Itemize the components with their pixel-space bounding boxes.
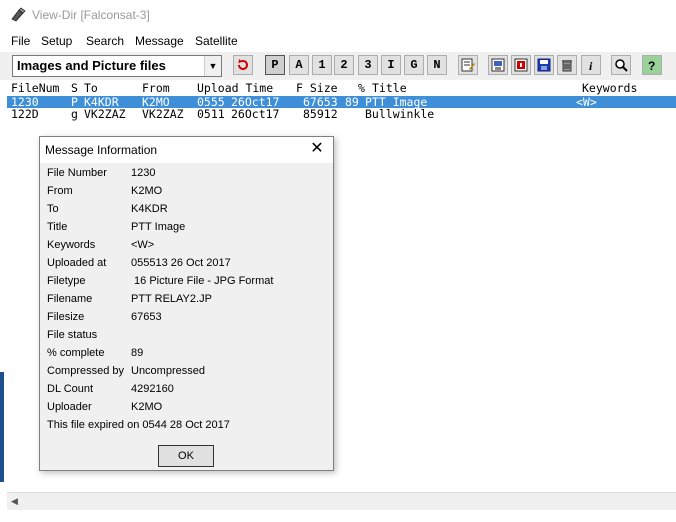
menu-search[interactable]: Search <box>86 34 124 48</box>
filter-dropdown-value: Images and Picture files <box>17 58 166 73</box>
filter-3-button[interactable]: 3 <box>358 55 378 75</box>
col-header-upload-time[interactable]: Upload Time <box>197 81 273 95</box>
cell-filenum: 122D <box>11 107 39 121</box>
col-header-title[interactable]: Title <box>372 81 407 95</box>
field-value: K4KDR <box>131 203 168 215</box>
cell-from: VK2ZAZ <box>142 107 184 121</box>
field-label: File status <box>47 329 98 341</box>
field-label: Filesize <box>47 311 85 323</box>
field-value: K2MO <box>131 185 163 197</box>
field-value: Uncompressed <box>131 365 205 377</box>
col-header-from[interactable]: From <box>142 81 170 95</box>
import-button[interactable] <box>511 55 531 75</box>
field-label: Keywords <box>47 239 96 251</box>
save-icon <box>537 58 551 72</box>
cell-time: 0511 <box>197 107 225 121</box>
download-icon <box>491 58 505 72</box>
field-value: 16 Picture File - JPG Format <box>131 275 274 287</box>
field-label: Filename <box>47 293 93 305</box>
help-icon: ? <box>648 59 655 72</box>
field-label: DL Count <box>47 383 94 395</box>
edit-icon <box>461 58 475 72</box>
search-button[interactable] <box>611 55 631 75</box>
filter-2-button[interactable]: 2 <box>334 55 354 75</box>
field-value: PTT RELAY2.JP <box>131 293 212 305</box>
filter-p-button[interactable]: P <box>265 55 285 75</box>
cell-to: VK2ZAZ <box>84 107 126 121</box>
menu-satellite[interactable]: Satellite <box>195 34 238 48</box>
field-value: 67653 <box>131 311 162 323</box>
close-icon[interactable]: ✕ <box>306 139 328 159</box>
col-header-pct[interactable]: % <box>358 81 365 95</box>
toolbar: Images and Picture files ▼ P A 1 2 3 I G… <box>0 52 676 80</box>
trash-icon <box>562 60 572 72</box>
horizontal-scrollbar[interactable]: ◀ <box>7 492 676 510</box>
field-label: Filetype <box>47 275 86 287</box>
filter-g-button[interactable]: G <box>404 55 424 75</box>
help-button[interactable]: ? <box>642 55 662 75</box>
ok-button[interactable]: OK <box>158 445 214 467</box>
table-row[interactable]: 122D g VK2ZAZ VK2ZAZ 0511 26Oct17 85912 … <box>7 108 676 120</box>
field-label: File Number <box>47 167 107 179</box>
menu-bar: File Setup Search Message Satellite <box>0 30 676 52</box>
field-value: 4292160 <box>131 383 174 395</box>
field-label: Compressed by <box>47 365 125 377</box>
app-icon <box>11 7 26 22</box>
col-header-s[interactable]: S <box>71 81 78 95</box>
refresh-icon <box>238 59 248 70</box>
chevron-down-icon[interactable]: ▼ <box>204 56 221 76</box>
background-window-edge <box>0 372 4 482</box>
field-label: Title <box>47 221 68 233</box>
menu-setup[interactable]: Setup <box>41 34 72 48</box>
refresh-button[interactable] <box>233 55 253 75</box>
edit-button[interactable] <box>458 55 478 75</box>
field-value: 89 <box>131 347 144 359</box>
cell-s: g <box>71 107 78 121</box>
filter-a-button[interactable]: A <box>289 55 309 75</box>
field-label: Uploader <box>47 401 92 413</box>
field-value: PTT Image <box>131 221 186 233</box>
filter-dropdown[interactable]: Images and Picture files ▼ <box>12 55 222 77</box>
import-icon <box>514 58 528 72</box>
download-button[interactable] <box>488 55 508 75</box>
cell-size: 85912 <box>303 107 338 121</box>
field-label: From <box>47 185 73 197</box>
field-label: To <box>47 203 59 215</box>
dialog-title: Message Information <box>45 143 158 157</box>
field-label: % complete <box>47 347 105 359</box>
expiry-text: This file expired on 0544 28 Oct 2017 <box>47 419 230 431</box>
menu-file[interactable]: File <box>11 34 30 48</box>
dialog-title-bar: Message Information ✕ <box>40 137 333 163</box>
svg-text:?: ? <box>648 59 655 72</box>
cell-title: Bullwinkle <box>365 107 435 121</box>
cell-keywords: <W> <box>576 95 597 109</box>
info-button[interactable]: i <box>581 55 601 75</box>
col-header-keywords[interactable]: Keywords <box>582 81 637 95</box>
title-bar: View-Dir [Falconsat-3] <box>0 0 676 30</box>
filter-n-button[interactable]: N <box>427 55 447 75</box>
field-value: 1230 <box>131 167 156 179</box>
filter-1-button[interactable]: 1 <box>312 55 332 75</box>
col-header-fsize[interactable]: F Size <box>296 81 338 95</box>
field-label: Uploaded at <box>47 257 107 269</box>
cell-date: 26Oct17 <box>231 107 280 121</box>
col-header-filenum[interactable]: FileNum <box>11 81 59 95</box>
message-info-dialog: Message Information ✕ File Number 1230 F… <box>39 136 334 471</box>
window-title: View-Dir [Falconsat-3] <box>32 8 150 22</box>
cell-pct: 89 <box>345 95 359 109</box>
field-value: K2MO <box>131 401 163 413</box>
delete-button[interactable] <box>557 55 577 75</box>
filter-i-button[interactable]: I <box>381 55 401 75</box>
info-icon: i <box>589 59 593 72</box>
field-value: 055513 26 Oct 2017 <box>131 257 231 269</box>
search-icon <box>615 59 628 72</box>
col-header-to[interactable]: To <box>84 81 98 95</box>
svg-text:i: i <box>589 59 593 72</box>
scroll-left-icon[interactable]: ◀ <box>11 496 18 507</box>
menu-message[interactable]: Message <box>135 34 184 48</box>
save-button[interactable] <box>534 55 554 75</box>
field-value: <W> <box>131 239 155 251</box>
